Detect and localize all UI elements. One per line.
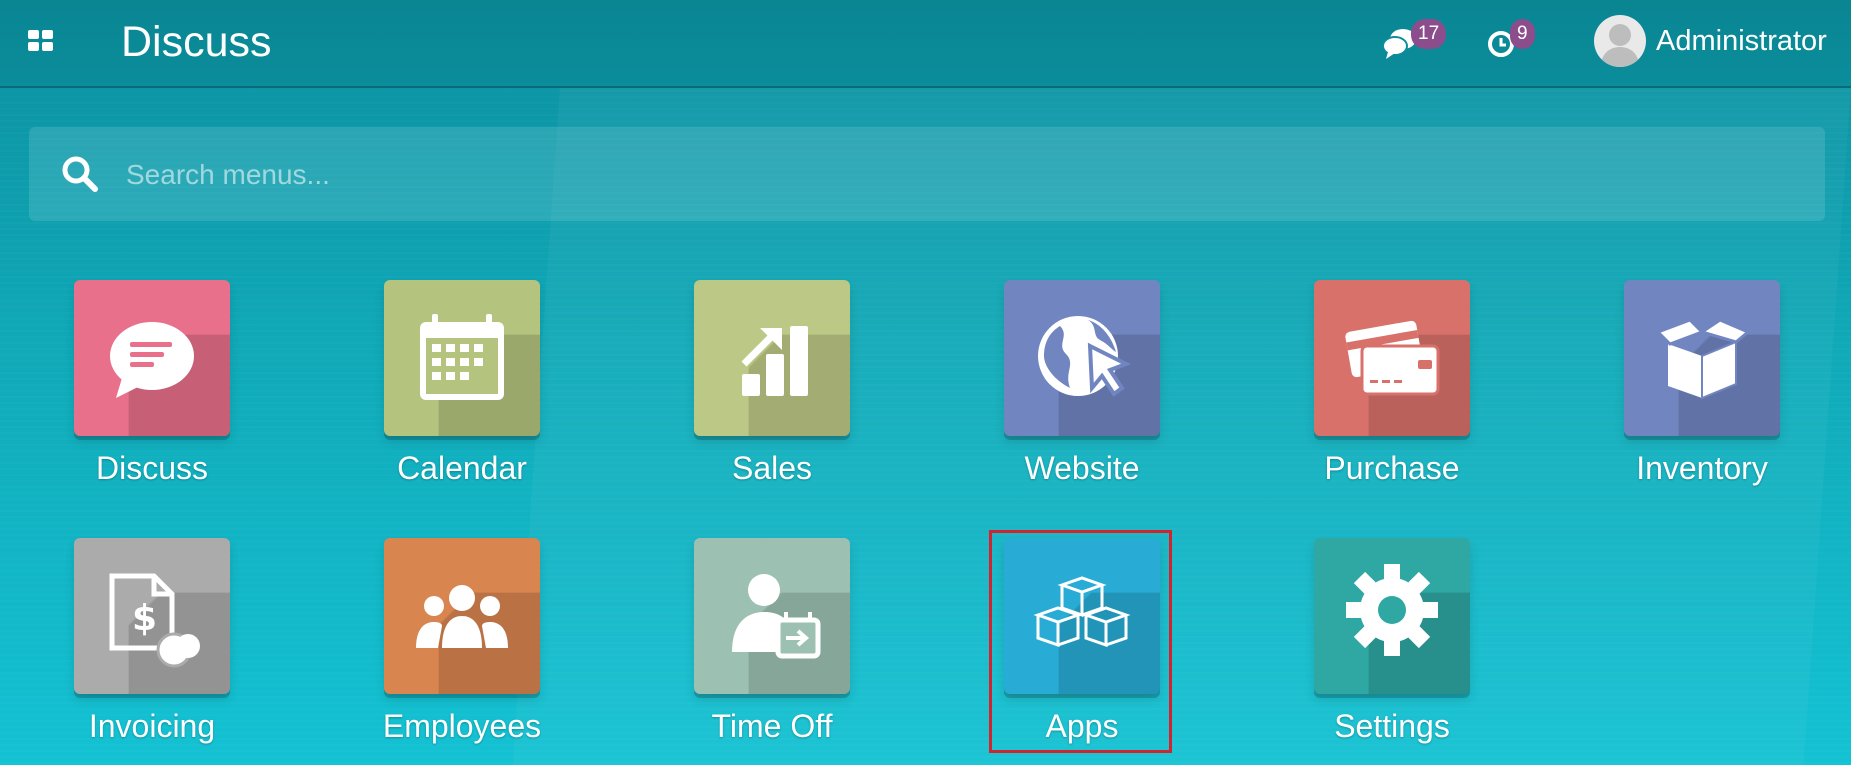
app-website[interactable]: Website [982, 280, 1182, 487]
app-label: Website [1024, 450, 1140, 486]
app-tile [74, 280, 230, 436]
navbar-brand: Discuss [121, 18, 272, 66]
app-label: Invoicing [88, 708, 216, 744]
sales-chart-icon [741, 326, 808, 396]
app-label: Purchase [1324, 450, 1460, 486]
app-label: Time Off [711, 708, 833, 744]
background-stripes [0, 0, 1851, 765]
activities-menu[interactable]: 9 [1486, 18, 1546, 68]
app-label: Calendar [397, 450, 527, 486]
app-label: Apps [1045, 708, 1119, 744]
user-name: Administrator [1656, 25, 1827, 57]
messages-badge: 17 [1411, 19, 1447, 49]
app-purchase[interactable]: Purchase [1292, 280, 1492, 487]
app-label: Sales [731, 450, 813, 486]
app-tile [384, 280, 540, 436]
gear-icon [1346, 564, 1438, 656]
invoice-dollar-icon: $ [109, 573, 200, 668]
app-settings[interactable]: Settings [1292, 538, 1492, 745]
open-box-icon [1655, 318, 1751, 400]
user-silhouette-icon [1600, 24, 1640, 67]
app-calendar[interactable]: Calendar [362, 280, 562, 487]
app-discuss[interactable]: Discuss [52, 280, 252, 487]
app-employees[interactable]: Employees [362, 538, 562, 745]
people-group-icon [416, 585, 508, 648]
app-tile [384, 538, 540, 694]
app-label: Employees [382, 708, 542, 744]
app-tile [1624, 280, 1780, 436]
app-time-off[interactable]: Time Off [672, 538, 872, 745]
person-calendar-icon [732, 574, 821, 659]
app-label: Discuss [95, 450, 208, 486]
top-navbar: Discuss 17 9 Administrator [0, 0, 1851, 88]
app-tile [1004, 280, 1160, 436]
cubes-icon [1033, 576, 1131, 648]
app-tile [694, 538, 850, 694]
calendar-icon [420, 314, 504, 400]
messages-menu[interactable]: 17 [1382, 18, 1460, 68]
search-bar [29, 127, 1825, 221]
app-label: Inventory [1636, 450, 1768, 486]
credit-card-icon [1345, 320, 1440, 396]
app-label: Settings [1334, 708, 1450, 744]
activities-badge: 9 [1510, 19, 1535, 49]
globe-cursor-icon [1038, 316, 1131, 397]
avatar [1594, 15, 1646, 67]
app-tile: $ [74, 538, 230, 694]
app-tile [1314, 280, 1470, 436]
svg-text:$: $ [132, 598, 157, 639]
app-tile [1314, 538, 1470, 694]
search-icon [62, 156, 98, 192]
search-input[interactable] [124, 149, 1778, 201]
app-tile [1004, 538, 1160, 694]
app-menu-toggle[interactable] [28, 30, 58, 56]
app-sales[interactable]: Sales [672, 280, 872, 487]
app-tile [694, 280, 850, 436]
chat-bubble-icon [110, 322, 194, 398]
app-inventory[interactable]: Inventory [1602, 280, 1802, 487]
app-apps[interactable]: Apps [982, 538, 1182, 745]
app-invoicing[interactable]: $ Invoicing [52, 538, 252, 745]
